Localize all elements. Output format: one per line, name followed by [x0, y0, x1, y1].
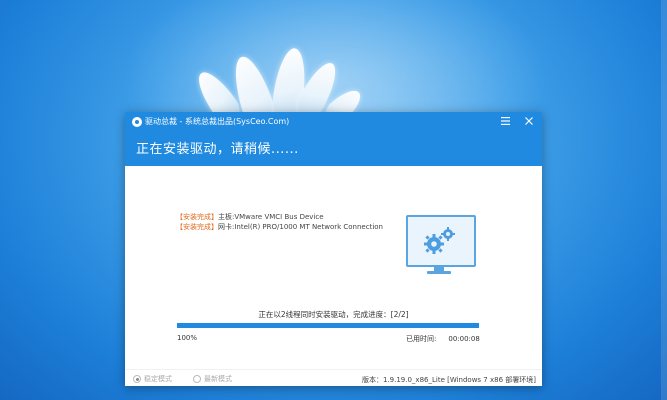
elapsed-time: 已用时间: 00:00:08 [406, 334, 480, 344]
install-status-text: 正在安装驱动，请稍候...... [136, 142, 299, 157]
app-logo-icon [132, 117, 142, 127]
desktop-edge [661, 0, 667, 400]
log-tag: 【安装完成】 [176, 213, 218, 221]
install-log: 【安装完成】主板:VMware VMCI Bus Device 【安装完成】网卡… [176, 212, 383, 232]
stable-mode-label: 稳定模式 [144, 375, 172, 383]
progress-bar [177, 323, 479, 328]
monitor-gears-icon [406, 215, 476, 267]
radio-dot-icon [193, 375, 201, 383]
latest-mode-label: 最新模式 [204, 375, 232, 383]
latest-mode-radio[interactable]: 最新模式 [193, 374, 232, 384]
radio-dot-icon [133, 375, 141, 383]
elapsed-value: 00:00:08 [448, 335, 480, 343]
progress-bar-fill [177, 323, 479, 328]
log-line: 【安装完成】网卡:Intel(R) PRO/1000 MT Network Co… [176, 222, 383, 232]
menu-icon[interactable] [498, 114, 512, 128]
log-tag: 【安装完成】 [176, 223, 218, 231]
log-text: 主板:VMware VMCI Bus Device [218, 213, 324, 221]
version-info: 版本：1.9.19.0_x86_Lite [Windows 7 x86 部署环境… [361, 376, 536, 384]
progress-percent: 100% [177, 334, 198, 342]
elapsed-label: 已用时间: [406, 335, 437, 343]
close-icon[interactable] [522, 114, 536, 128]
monitor-base [427, 271, 451, 274]
dialog-body: 【安装完成】主板:VMware VMCI Bus Device 【安装完成】网卡… [125, 166, 542, 386]
window-title: 驱动总裁 - 系统总裁出品(SysCeo.Com) [145, 117, 290, 126]
progress-caption: 正在以2线程同时安装驱动，完成进度：[2/2] [258, 310, 409, 319]
log-line: 【安装完成】主板:VMware VMCI Bus Device [176, 212, 383, 222]
status-header: 正在安装驱动，请稍候...... [125, 132, 542, 166]
dialog-footer: 稳定模式 最新模式 版本：1.9.19.0_x86_Lite [Windows … [125, 369, 542, 387]
stable-mode-radio[interactable]: 稳定模式 [133, 374, 172, 384]
log-text: 网卡:Intel(R) PRO/1000 MT Network Connecti… [218, 223, 383, 231]
driver-install-dialog: 驱动总裁 - 系统总裁出品(SysCeo.Com) 正在安装驱动，请稍候....… [125, 112, 542, 386]
title-bar: 驱动总裁 - 系统总裁出品(SysCeo.Com) [125, 112, 542, 132]
